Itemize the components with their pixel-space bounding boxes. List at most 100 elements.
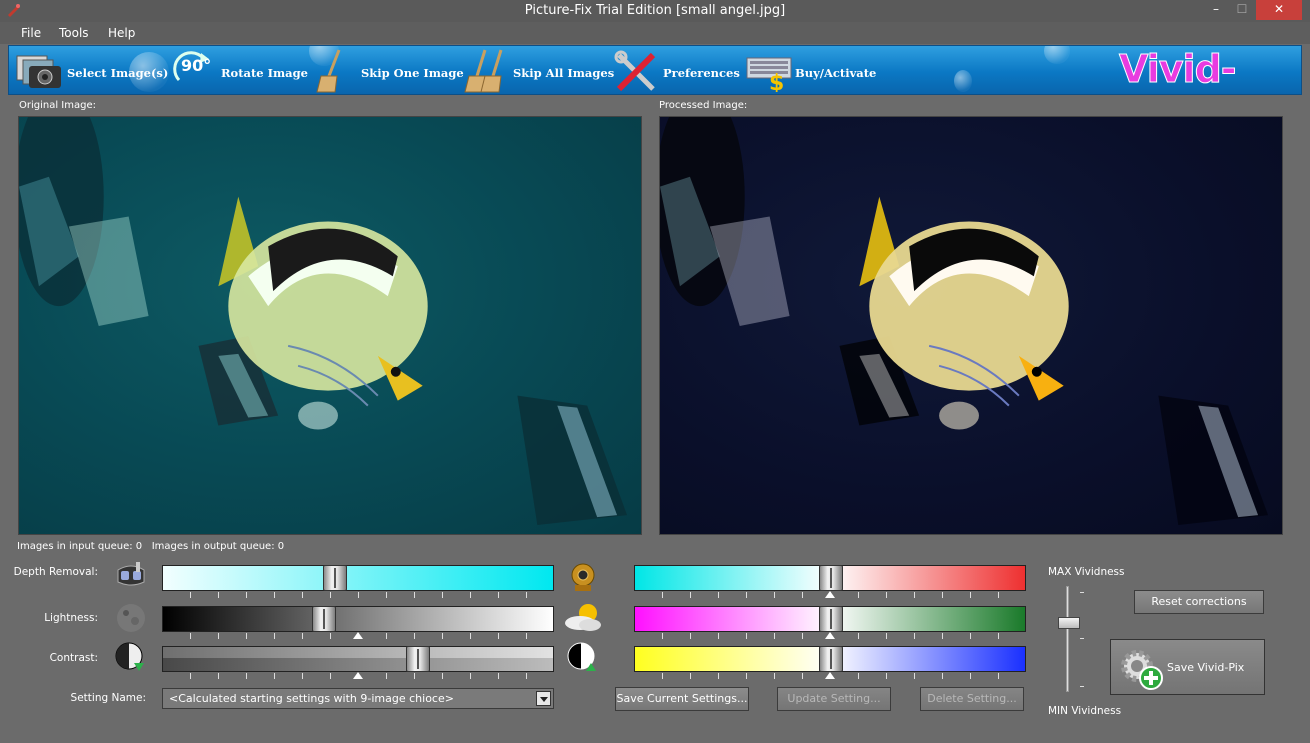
slider-tick — [718, 673, 719, 679]
diving-helmet-icon — [571, 563, 595, 591]
slider-tick — [802, 673, 803, 679]
vividness-tick — [1080, 638, 1084, 639]
slider-tick — [246, 633, 247, 639]
brooms-icon — [464, 49, 503, 93]
slider-tick — [526, 673, 527, 679]
maximize-button[interactable]: ☐ — [1229, 0, 1255, 20]
slider-tick — [526, 592, 527, 598]
rotate-image-button[interactable]: 90° Rotate Image — [171, 46, 311, 94]
slider-tick — [330, 633, 331, 639]
slider-tick — [914, 633, 915, 639]
rotate-image-label: Rotate Image — [221, 66, 308, 80]
skip-one-button[interactable]: Skip One Image — [311, 46, 464, 94]
slider-tick — [498, 633, 499, 639]
slider-tick — [886, 633, 887, 639]
skip-all-button[interactable]: Skip All Images — [461, 46, 614, 94]
slider-tick — [442, 673, 443, 679]
slider-tick — [886, 673, 887, 679]
slider-tick — [190, 592, 191, 598]
vividness-slider-thumb[interactable] — [1058, 617, 1080, 629]
slider-tick — [662, 592, 663, 598]
update-setting-button[interactable]: Update Setting... — [777, 687, 891, 711]
processed-image-label: Processed Image: — [659, 100, 748, 111]
delete-setting-button[interactable]: Delete Setting... — [920, 687, 1024, 711]
gear-add-icon — [1121, 650, 1163, 690]
slider-tick — [858, 592, 859, 598]
original-image-label: Original Image: — [19, 100, 96, 111]
output-queue-count: 0 — [277, 541, 285, 552]
slider-tick — [942, 673, 943, 679]
slider-tick — [246, 673, 247, 679]
cyan-red-thumb[interactable] — [819, 565, 843, 591]
lightness-thumb[interactable] — [312, 606, 336, 632]
slider-tick — [246, 592, 247, 598]
slider-tick — [526, 633, 527, 639]
slider-tick — [942, 633, 943, 639]
slider-tick — [746, 633, 747, 639]
slider-tick — [774, 633, 775, 639]
vividness-tick — [1080, 686, 1084, 687]
slider-tick — [746, 592, 747, 598]
title-bar: Picture-Fix Trial Edition [small angel.j… — [0, 0, 1310, 22]
menu-file[interactable]: File — [21, 26, 41, 40]
sun-cloud-icon — [565, 604, 601, 631]
fish-photo-processed — [660, 117, 1269, 526]
yellow-blue-thumb[interactable] — [819, 646, 843, 672]
input-queue-count: 0 — [135, 541, 143, 552]
depth-ticks — [162, 592, 554, 602]
contrast-decrease-icon — [115, 642, 144, 671]
cyan-red-slider[interactable] — [634, 565, 1026, 591]
reset-corrections-button[interactable]: Reset corrections — [1134, 590, 1264, 614]
magenta-green-thumb[interactable] — [819, 606, 843, 632]
setting-name-dropdown[interactable]: <Calculated starting settings with 9-ima… — [162, 688, 554, 709]
queue-status: Images in input queue: 0 Images in outpu… — [17, 541, 284, 552]
slider-tick — [802, 633, 803, 639]
save-vivid-pix-label: Save Vivid-Pix — [1167, 661, 1245, 674]
slider-tick — [414, 592, 415, 598]
slider-tick — [302, 673, 303, 679]
slider-tick — [302, 633, 303, 639]
slider-tick — [274, 633, 275, 639]
bubble-decoration — [1044, 46, 1070, 64]
minimize-button[interactable]: – — [1203, 0, 1229, 20]
slider-tick — [690, 633, 691, 639]
yellow-blue-default-marker — [825, 672, 835, 679]
save-vivid-pix-button[interactable]: Save Vivid-Pix — [1110, 639, 1265, 695]
depth-removal-thumb[interactable] — [323, 565, 347, 591]
magenta-green-slider[interactable] — [634, 606, 1026, 632]
contrast-slider[interactable] — [162, 646, 554, 672]
logo-text: Vivid-Pix — [1119, 47, 1238, 95]
depth-removal-slider[interactable] — [162, 565, 554, 591]
slider-tick — [498, 592, 499, 598]
slider-tick — [690, 592, 691, 598]
input-queue-label: Images in input queue: — [17, 541, 133, 552]
slider-tick — [274, 673, 275, 679]
fish-photo-original — [19, 117, 628, 526]
slider-tick — [442, 592, 443, 598]
slider-tick — [302, 592, 303, 598]
buy-activate-label: Buy/Activate — [795, 66, 877, 80]
rotate-90-text: 90° — [181, 56, 212, 75]
lightness-slider[interactable] — [162, 606, 554, 632]
contrast-increase-icon — [567, 642, 596, 671]
dropdown-arrow-icon[interactable] — [536, 691, 551, 706]
preferences-button[interactable]: Preferences — [611, 46, 743, 94]
contrast-label: Contrast: — [49, 652, 98, 664]
menu-help[interactable]: Help — [108, 26, 135, 40]
slider-tick — [414, 633, 415, 639]
slider-tick — [190, 673, 191, 679]
max-vividness-label: MAX Vividness — [1048, 566, 1125, 578]
save-current-settings-button[interactable]: Save Current Settings... — [615, 687, 749, 711]
slider-tick — [386, 592, 387, 598]
slider-tick — [998, 592, 999, 598]
slider-tick — [970, 673, 971, 679]
menu-tools[interactable]: Tools — [59, 26, 89, 40]
vividness-slider-track[interactable] — [1066, 586, 1069, 692]
contrast-thumb[interactable] — [406, 646, 430, 672]
slider-tick — [498, 673, 499, 679]
close-button[interactable]: ✕ — [1256, 0, 1302, 20]
yellow-blue-slider[interactable] — [634, 646, 1026, 672]
lightness-label: Lightness: — [44, 612, 98, 624]
select-images-button[interactable]: Select Image(s) — [13, 46, 168, 94]
buy-activate-button[interactable]: $ Buy/Activate — [743, 46, 883, 94]
